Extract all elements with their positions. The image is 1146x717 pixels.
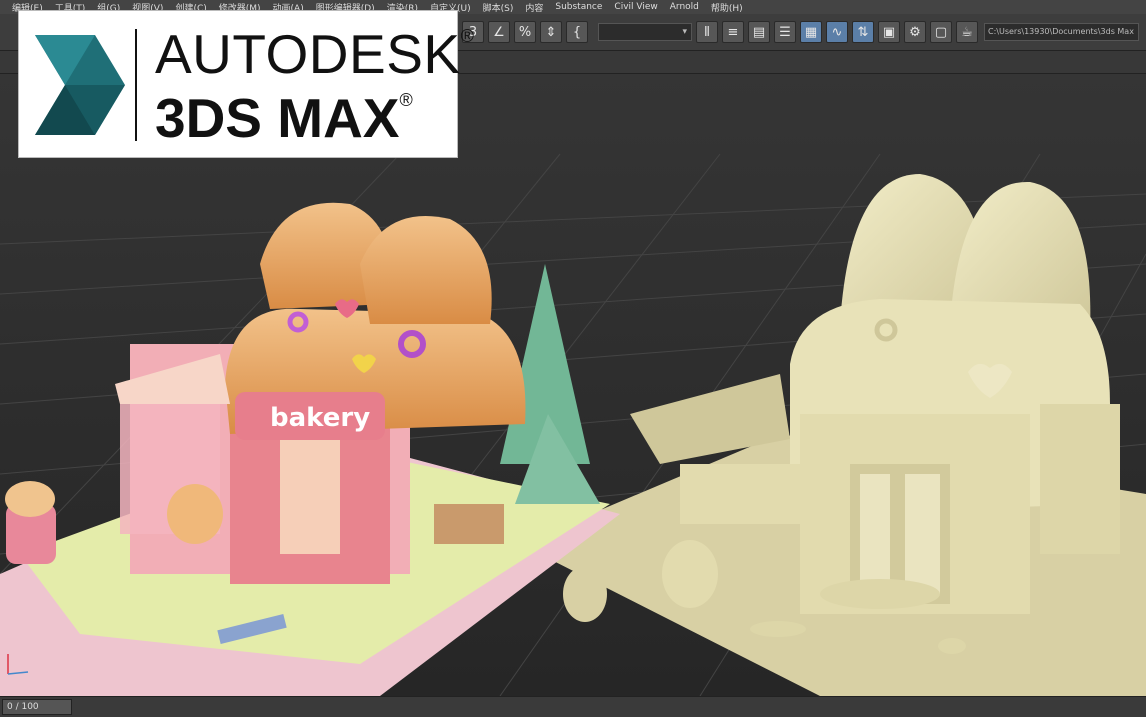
percent-snap-icon[interactable]: %	[514, 21, 536, 43]
logo-line2: 3DS MAX	[155, 87, 400, 149]
material-editor-icon[interactable]: ▣	[878, 21, 900, 43]
menu-substance[interactable]: Substance	[555, 2, 602, 12]
render-frame-icon[interactable]: ▢	[930, 21, 952, 43]
menu-content[interactable]: 内容	[525, 1, 543, 14]
bakery-sign-text: bakery	[270, 403, 370, 433]
named-selection-icon[interactable]: {	[566, 21, 588, 43]
menu-civil-view[interactable]: Civil View	[614, 2, 657, 12]
time-slider-bar: 0 / 100	[0, 696, 1146, 717]
logo-line1-wrap: AUTODESK®	[155, 27, 474, 82]
align-icon[interactable]: ≡	[722, 21, 744, 43]
layer-explorer-icon[interactable]: ▤	[748, 21, 770, 43]
angle-snap-icon[interactable]: ∠	[488, 21, 510, 43]
spinner-snap-icon[interactable]: ⇕	[540, 21, 562, 43]
menu-scripting[interactable]: 脚本(S)	[483, 1, 514, 14]
render-setup-icon[interactable]: ⚙	[904, 21, 926, 43]
named-selection-dropdown[interactable]: ▾	[598, 23, 692, 41]
menu-help[interactable]: 帮助(H)	[711, 1, 743, 14]
logo-line1: AUTODESK	[155, 23, 461, 85]
schematic-icon[interactable]: ⇅	[852, 21, 874, 43]
autodesk-logo: AUTODESK® 3DS MAX®	[18, 10, 474, 158]
3ds-max-logo-icon	[35, 35, 125, 135]
logo-reg-mark-2: ®	[399, 90, 413, 110]
menu-arnold[interactable]: Arnold	[670, 2, 699, 12]
render-icon[interactable]: ☕	[956, 21, 978, 43]
curve-editor-icon[interactable]: ∿	[826, 21, 848, 43]
time-slider[interactable]: 0 / 100	[2, 699, 72, 715]
viewport-scene: bakery	[0, 74, 1146, 696]
project-path-field[interactable]: C:\Users\13930\Documents\3ds Max	[984, 23, 1139, 41]
scene-explorer-icon[interactable]: ☰	[774, 21, 796, 43]
perspective-viewport[interactable]: bakery	[0, 74, 1146, 696]
logo-line2-wrap: 3DS MAX®	[155, 91, 413, 146]
mirror-icon[interactable]: ⫴	[696, 21, 718, 43]
logo-divider	[135, 29, 137, 141]
logo-reg-mark-1: ®	[460, 26, 475, 46]
ribbon-icon[interactable]: ▦	[800, 21, 822, 43]
